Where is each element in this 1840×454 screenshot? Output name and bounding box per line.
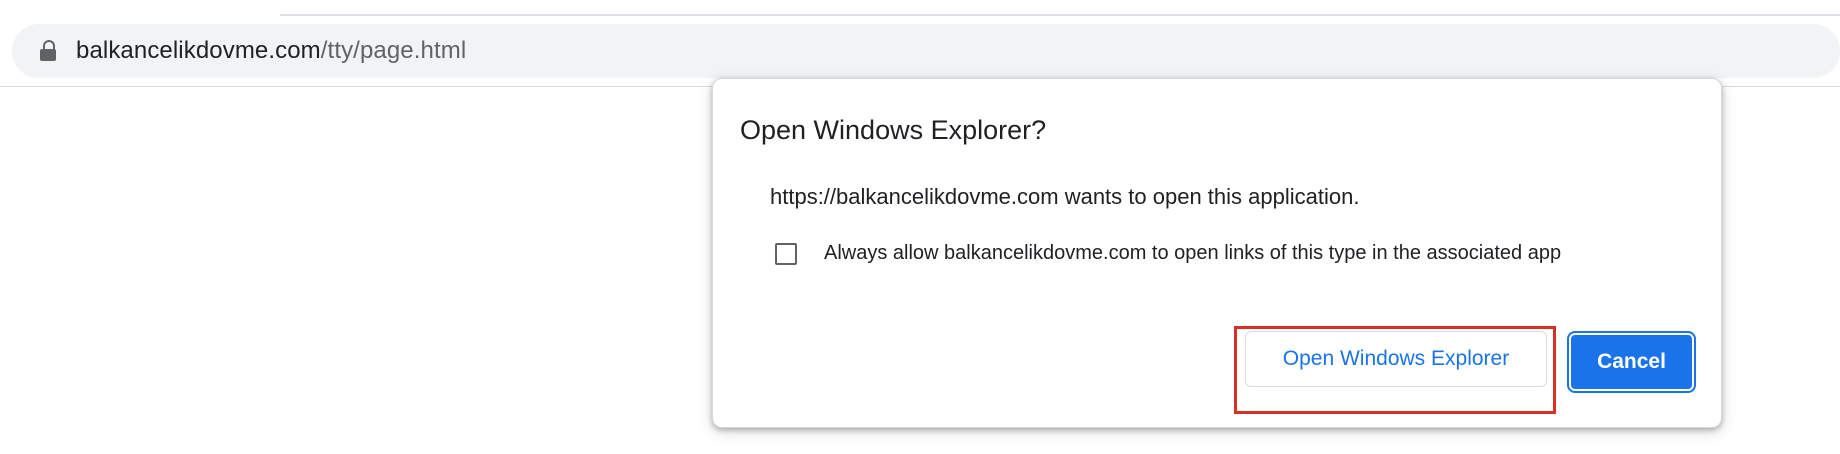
- browser-toolbar: balkancelikdovme.com/tty/page.html: [0, 0, 1840, 87]
- tab-strip-edge: [280, 14, 1840, 20]
- always-allow-checkbox[interactable]: [775, 242, 797, 265]
- dialog-message: https://balkancelikdovme.com wants to op…: [770, 184, 1360, 209]
- url-path: /tty/page.html: [320, 37, 467, 64]
- always-allow-label[interactable]: Always allow balkancelikdovme.com to ope…: [824, 242, 1561, 265]
- lock-body: [40, 49, 56, 61]
- address-bar[interactable]: balkancelikdovme.com/tty/page.html: [12, 24, 1840, 78]
- dialog-title: Open Windows Explorer?: [740, 115, 1047, 145]
- lock-icon[interactable]: [40, 40, 56, 62]
- open-windows-explorer-button[interactable]: Open Windows Explorer: [1245, 331, 1547, 387]
- cancel-button[interactable]: Cancel: [1569, 333, 1694, 391]
- url-domain: balkancelikdovme.com: [76, 37, 321, 64]
- browser-window: balkancelikdovme.com/tty/page.html Open …: [0, 0, 1840, 454]
- url-text[interactable]: balkancelikdovme.com/tty/page.html: [76, 37, 466, 65]
- always-allow-row[interactable]: Always allow balkancelikdovme.com to ope…: [775, 242, 1561, 265]
- external-protocol-dialog: Open Windows Explorer? https://balkancel…: [712, 78, 1722, 428]
